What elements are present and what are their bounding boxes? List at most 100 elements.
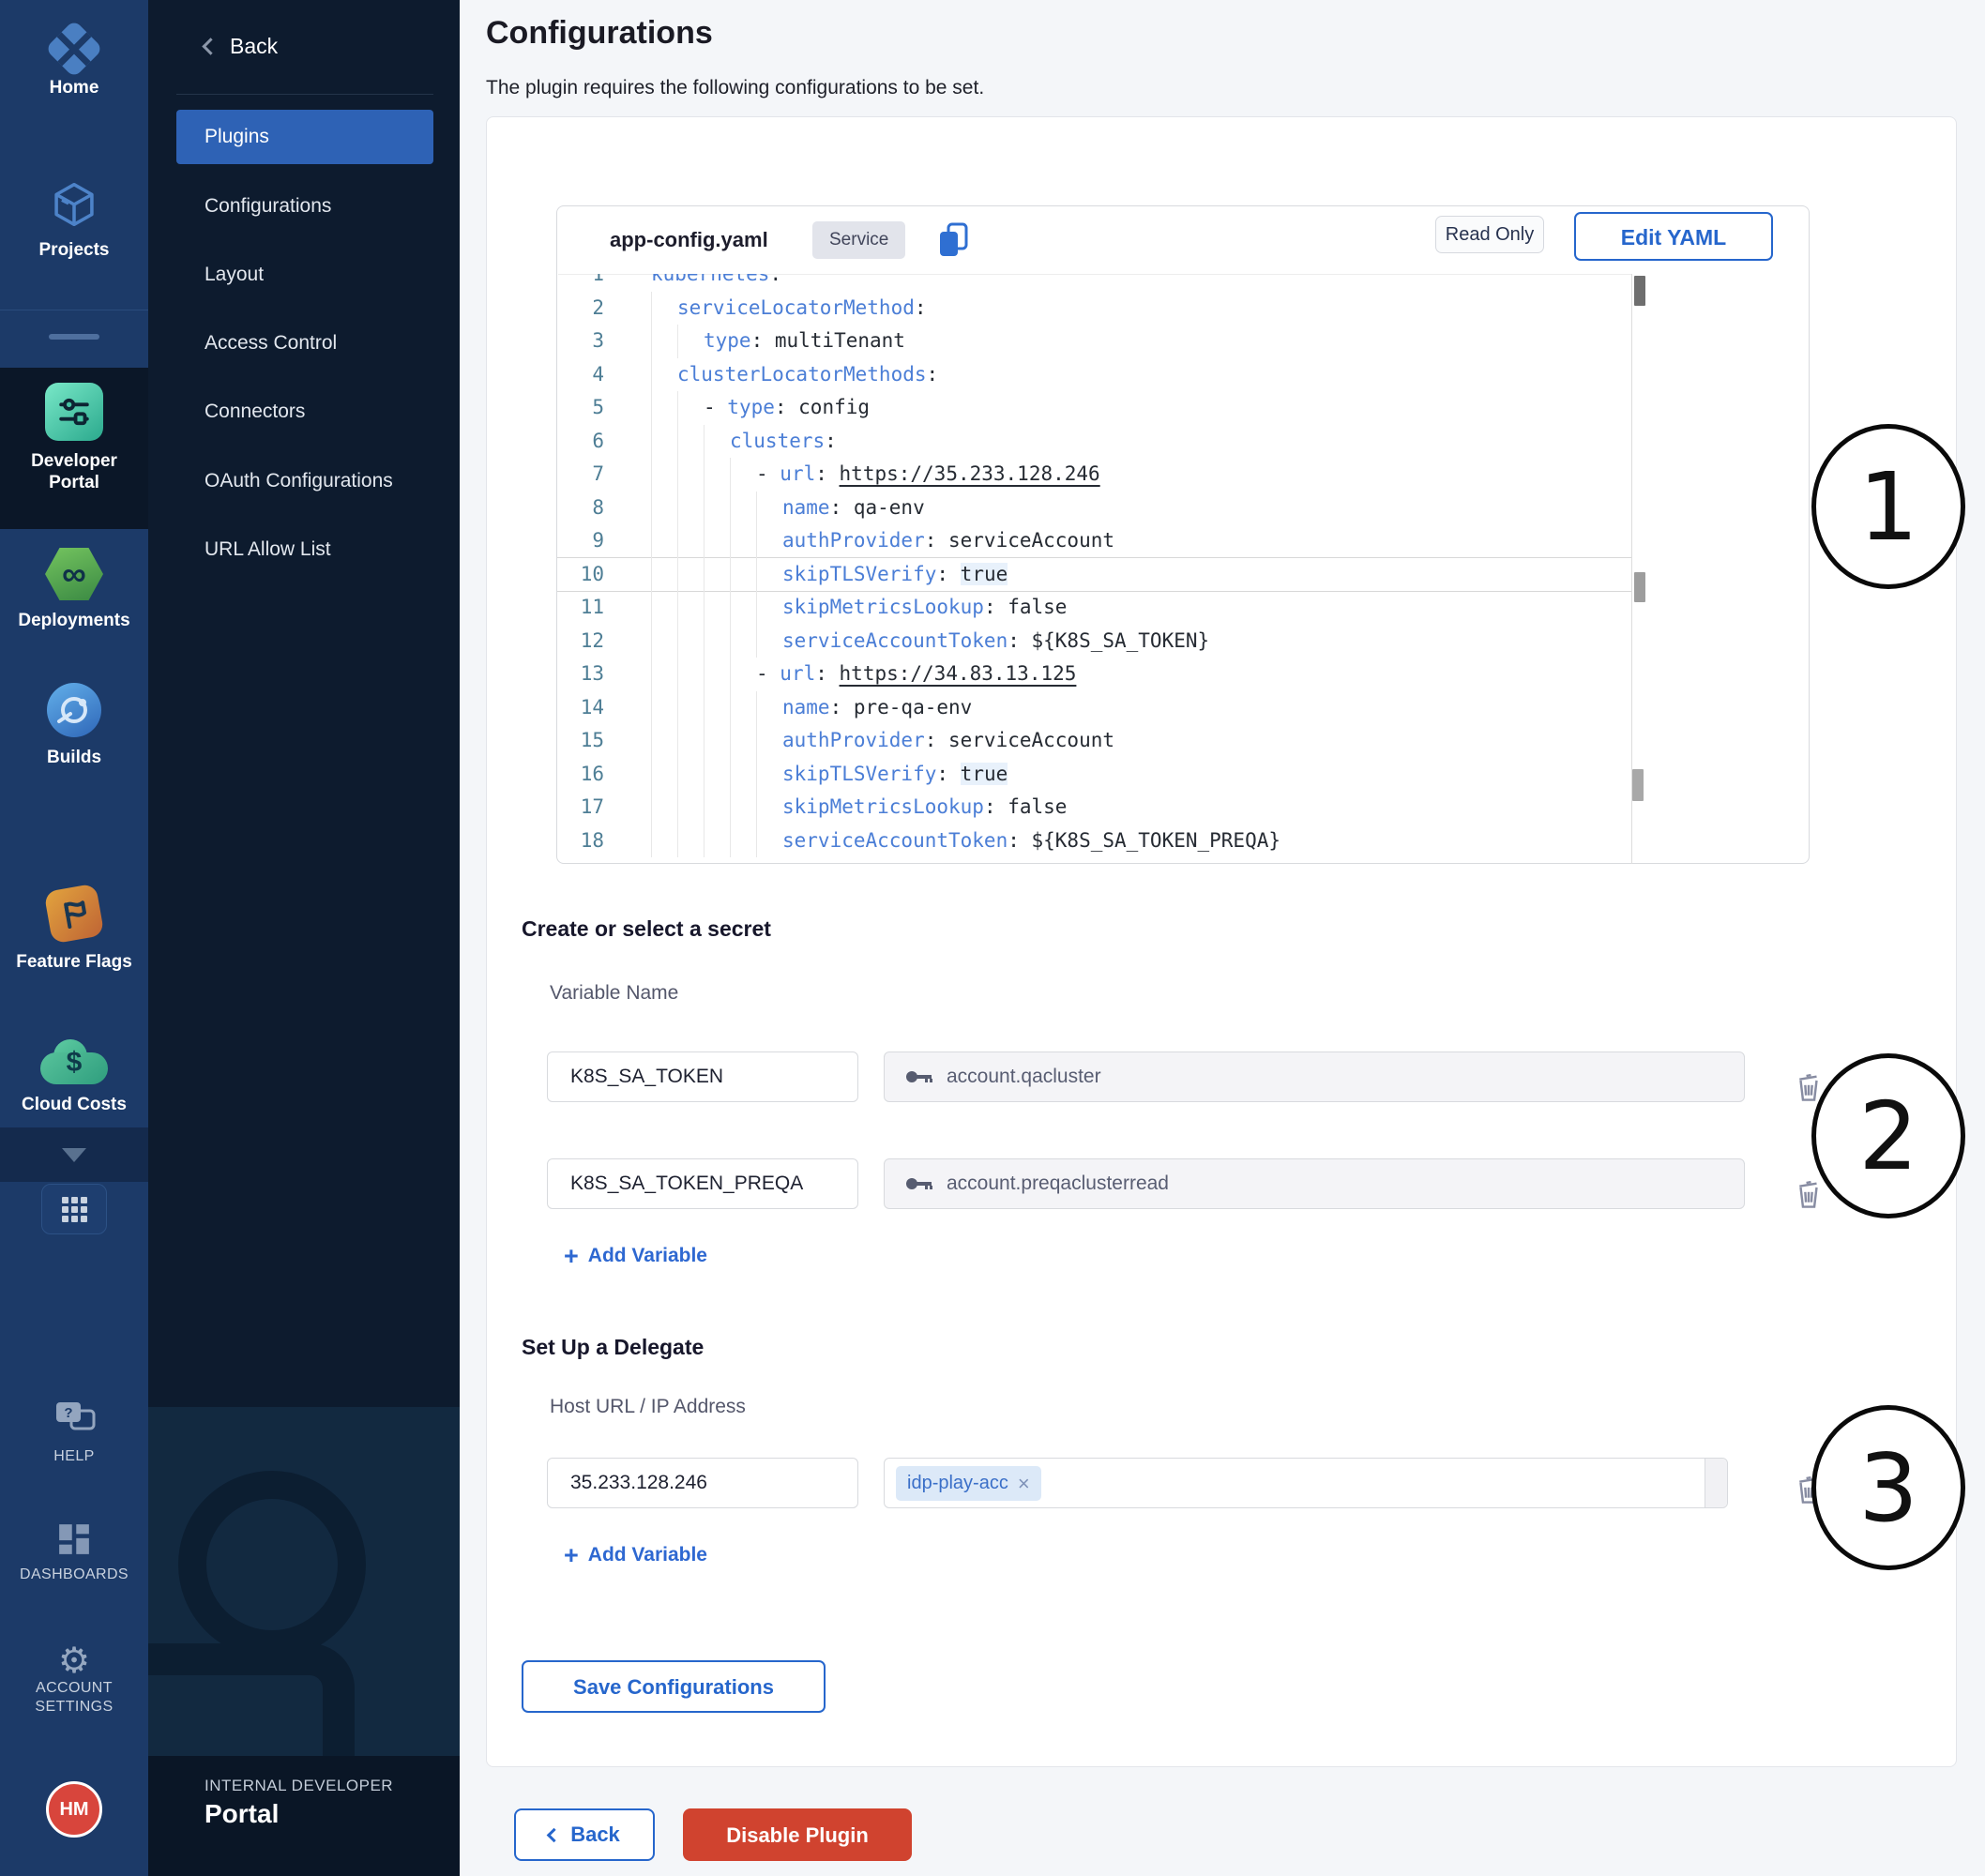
plus-icon: + xyxy=(564,1544,579,1566)
delete-variable-icon[interactable] xyxy=(1795,1070,1823,1102)
indent-guide xyxy=(730,691,756,725)
module-picker-button[interactable] xyxy=(41,1184,107,1234)
yaml-text: : xyxy=(915,296,927,319)
line-number: 18 xyxy=(557,825,625,858)
annotation-circle-1: 1 xyxy=(1811,424,1965,589)
nav-item-configurations[interactable]: Configurations xyxy=(205,195,331,218)
sidebar-item-cloud-costs[interactable]: $ Cloud Costs xyxy=(0,1039,148,1115)
yaml-filename: app-config.yaml xyxy=(610,206,768,274)
yaml-text: : xyxy=(825,430,837,452)
yaml-key: authProvider xyxy=(782,529,925,552)
line-number: 16 xyxy=(557,758,625,792)
indent-guide xyxy=(651,758,677,792)
add-variable-button[interactable]: + Add Variable xyxy=(564,1245,707,1267)
indent-guide xyxy=(651,691,677,725)
variable-name-input[interactable]: K8S_SA_TOKEN xyxy=(547,1051,858,1102)
add-variable-button[interactable]: + Add Variable xyxy=(564,1544,707,1566)
line-number: 9 xyxy=(557,524,625,558)
secret-select[interactable]: account.qacluster xyxy=(884,1051,1745,1102)
sidebar-item-label: Projects xyxy=(0,239,148,261)
nav-item-access-control[interactable]: Access Control xyxy=(205,332,337,355)
sidebar-item-developer-portal[interactable]: Developer Portal xyxy=(0,383,148,493)
footer-product-name: Portal xyxy=(205,1799,279,1829)
variable-name-input[interactable]: K8S_SA_TOKEN_PREQA xyxy=(547,1158,858,1209)
indent-guide xyxy=(677,524,704,558)
indent-guide xyxy=(651,724,677,758)
key-icon xyxy=(905,1176,933,1191)
yaml-code-viewport[interactable]: 1kubernetes:2serviceLocatorMethod:3type:… xyxy=(557,274,1631,864)
flag-icon xyxy=(44,884,105,945)
indent-guide xyxy=(756,724,782,758)
yaml-key: name xyxy=(782,496,830,519)
code-line: 15authProvider: serviceAccount xyxy=(557,724,1631,758)
indent-guide xyxy=(730,591,756,625)
sidebar-item-projects[interactable]: Projects xyxy=(0,180,148,261)
indent-guide xyxy=(730,458,756,492)
tiles-icon xyxy=(58,1523,90,1555)
line-number: 1 xyxy=(557,274,625,292)
configurations-card: app-config.yaml Service Read Only Edit Y… xyxy=(486,116,1957,1767)
disable-plugin-button[interactable]: Disable Plugin xyxy=(683,1808,912,1861)
yaml-key: url xyxy=(780,662,815,685)
edit-yaml-button[interactable]: Edit YAML xyxy=(1574,212,1773,261)
sliders-icon xyxy=(45,383,103,441)
svg-text:?: ? xyxy=(64,1405,72,1421)
nav-item-url-allow-list[interactable]: URL Allow List xyxy=(205,538,331,561)
save-configurations-button[interactable]: Save Configurations xyxy=(522,1660,826,1713)
remove-tag-icon[interactable]: × xyxy=(1018,1472,1030,1496)
yaml-text: : xyxy=(936,763,960,785)
sidebar-item-dashboards[interactable]: DASHBOARDS xyxy=(0,1523,148,1584)
annotation-circle-2: 2 xyxy=(1811,1053,1965,1218)
sidebar-collapse-dash[interactable] xyxy=(49,334,99,340)
line-number: 13 xyxy=(557,658,625,691)
indent-guide xyxy=(756,825,782,858)
yaml-key: type xyxy=(704,329,751,352)
line-number: 10 xyxy=(557,558,625,592)
secret-select[interactable]: account.preqaclusterread xyxy=(884,1158,1745,1209)
code-line: 8name: qa-env xyxy=(557,492,1631,525)
host-url-input[interactable]: 35.233.128.246 xyxy=(547,1458,858,1508)
nav-item-layout[interactable]: Layout xyxy=(205,264,264,286)
indent-guide xyxy=(651,391,677,425)
yaml-text: : config xyxy=(775,396,870,418)
sidebar-item-label: Feature Flags xyxy=(0,951,148,973)
line-number: 6 xyxy=(557,425,625,459)
yaml-text: : ${K8S_SA_TOKEN} xyxy=(1008,629,1209,652)
indent-guide xyxy=(704,524,730,558)
indent-guide xyxy=(651,558,677,592)
nav-item-plugins[interactable]: Plugins xyxy=(176,110,433,164)
nav-item-connectors[interactable]: Connectors xyxy=(205,401,305,423)
back-button[interactable]: Back xyxy=(514,1808,655,1861)
sidebar-item-account-settings[interactable]: ⚙ ACCOUNT SETTINGS xyxy=(0,1643,148,1717)
indent-guide xyxy=(651,658,677,691)
nav-item-oauth-configurations[interactable]: OAuth Configurations xyxy=(205,470,393,492)
yaml-text: : qa-env xyxy=(830,496,925,519)
yaml-text: : xyxy=(927,363,939,386)
indent-guide xyxy=(677,825,704,858)
delete-variable-icon[interactable] xyxy=(1795,1177,1823,1209)
indent-guide xyxy=(677,558,704,592)
delegate-tags-input[interactable]: idp-play-acc × xyxy=(884,1458,1728,1508)
ruler-mark-cursor xyxy=(1634,276,1645,306)
indent-guide xyxy=(651,492,677,525)
yaml-key: url xyxy=(780,462,815,485)
back-link[interactable]: Back xyxy=(205,34,278,59)
user-avatar[interactable]: HM xyxy=(46,1781,102,1838)
delegate-tag-chip[interactable]: idp-play-acc × xyxy=(896,1466,1041,1501)
service-badge: Service xyxy=(812,221,905,259)
indent-guide xyxy=(704,791,730,825)
sidebar-item-feature-flags[interactable]: Feature Flags xyxy=(0,885,148,973)
sidebar-item-home[interactable]: Home xyxy=(0,23,148,98)
sidebar-item-builds[interactable]: Builds xyxy=(0,683,148,768)
chevron-down-icon[interactable] xyxy=(62,1148,86,1162)
copy-icon[interactable] xyxy=(936,221,970,259)
sidebar-item-help[interactable]: ? HELP xyxy=(0,1399,148,1466)
indent-guide xyxy=(704,758,730,792)
annotation-circle-3: 3 xyxy=(1811,1405,1965,1570)
code-line: 6clusters: xyxy=(557,425,1631,459)
secrets-heading: Create or select a secret xyxy=(522,916,771,942)
sidebar-item-deployments[interactable]: ∞ Deployments xyxy=(0,548,148,631)
code-line: 1kubernetes: xyxy=(557,274,1631,292)
yaml-key: authProvider xyxy=(782,729,925,751)
indent-guide xyxy=(756,558,782,592)
